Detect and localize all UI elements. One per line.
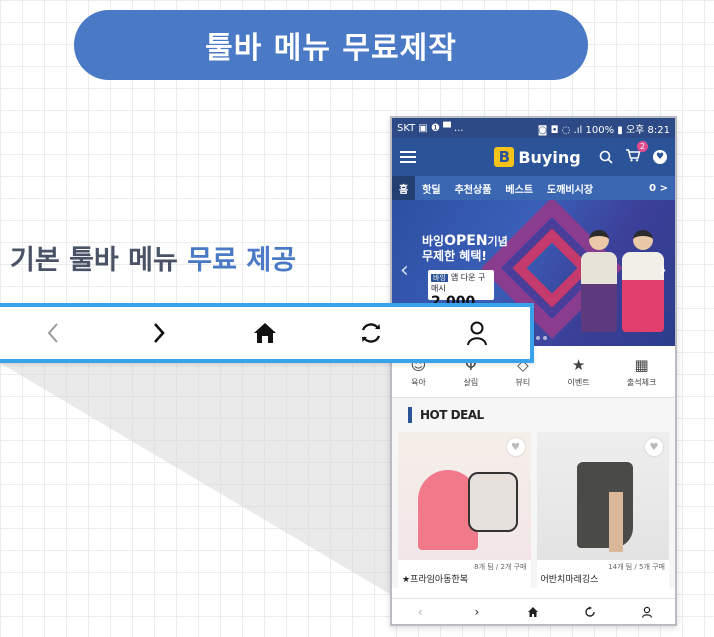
chevron-left-icon[interactable]: ‹	[411, 603, 429, 621]
calendar-icon: ▦	[634, 355, 649, 374]
home-icon[interactable]	[250, 318, 280, 348]
product-name: 어반치마레깅스	[540, 575, 599, 585]
magnified-toolbar	[0, 303, 534, 363]
star-icon: ★	[571, 355, 586, 374]
phone-mockup: SKT ▣ ❶ ▀ ... ◙ ◘ ◌ .ıl 100% ▮ 오후 8:21 B…	[390, 116, 677, 626]
subtitle-lead: 기본 툴바 메뉴	[10, 245, 188, 276]
hamburger-menu-icon[interactable]	[400, 151, 416, 163]
hotdeal-title: HOT DEAL	[420, 408, 484, 422]
status-left: SKT ▣ ❶ ▀ ...	[397, 122, 464, 134]
nav-tabs: 홈 핫딜 추천상품 베스트 도깨비시장 0 >	[392, 176, 675, 200]
banner-title: 바잉OPEN기념 무제한 혜택!	[422, 234, 508, 264]
category-label: 출석체크	[626, 377, 657, 387]
banner-model-image	[578, 230, 620, 338]
banner-line2: 무제한 혜택!	[422, 249, 487, 263]
favorite-heart-icon[interactable]: ♥	[645, 438, 663, 456]
wishlist-heart-icon[interactable]: ♥	[653, 150, 667, 164]
product-image: ♥	[536, 432, 669, 560]
product-image: ♥	[398, 432, 531, 560]
hotdeal-header: HOT DEAL	[392, 398, 675, 432]
chevron-right-icon[interactable]: ›	[468, 603, 486, 621]
subtitle: 기본 툴바 메뉴 무료 제공	[10, 238, 296, 277]
status-bar: SKT ▣ ❶ ▀ ... ◙ ◘ ◌ .ıl 100% ▮ 오후 8:21	[392, 118, 675, 138]
tab-more[interactable]: 0 >	[642, 176, 675, 200]
chevron-right-icon[interactable]	[144, 318, 174, 348]
product-card[interactable]: ♥ 14개 팀 / 5개 구매 어반치마레깅스	[536, 432, 669, 588]
subtitle-accent: 무료 제공	[187, 245, 297, 276]
chevron-left-icon[interactable]	[38, 318, 68, 348]
search-icon[interactable]	[599, 150, 613, 164]
product-card[interactable]: ♥ 8개 팀 / 2개 구매 ★프라임아동한복	[398, 432, 531, 588]
person-icon[interactable]	[462, 318, 492, 348]
refresh-icon[interactable]	[356, 318, 386, 348]
banner-line1-c: 기념	[487, 235, 508, 248]
tab-hotdeal[interactable]: 핫딜	[415, 176, 447, 200]
banner-prev-arrow-icon[interactable]: ‹	[400, 258, 409, 283]
banner-line1-b: OPEN	[444, 233, 488, 249]
tab-market[interactable]: 도깨비시장	[540, 176, 600, 200]
banner-model-image	[622, 230, 664, 338]
product-name: ★프라임아동한복	[402, 575, 469, 585]
banner-line1-a: 바잉	[422, 234, 445, 248]
section-bar	[408, 407, 412, 423]
category-label: 이벤트	[567, 377, 590, 387]
tab-best[interactable]: 베스트	[498, 176, 540, 200]
category-label: 육아	[411, 377, 426, 387]
tab-recommended[interactable]: 추천상품	[448, 176, 499, 200]
banner-next-arrow-icon[interactable]: ›	[658, 258, 667, 283]
category-attendance[interactable]: ▦ 출석체크	[627, 356, 656, 388]
brand-logo[interactable]: B Buying	[494, 147, 581, 167]
banner-card-tag: 바잉	[431, 274, 448, 282]
brand-mark-icon: B	[494, 147, 515, 167]
phone-toolbar: ‹ ›	[392, 598, 675, 624]
cart-count-badge: 2	[637, 141, 648, 152]
header-title-pill: 툴바 메뉴 무료제작	[74, 10, 588, 80]
status-right: ◙ ◘ ◌ .ıl 100% ▮ 오후 8:21	[537, 124, 670, 136]
product-meta: 8개 팀 / 2개 구매	[474, 563, 527, 571]
banner-price-card: 바잉 앱 다운 구매시 2,000	[428, 270, 494, 310]
person-icon[interactable]	[638, 603, 656, 621]
product-meta: 14개 팀 / 5개 구매	[608, 563, 665, 571]
header-title: 툴바 메뉴 무료제작	[205, 31, 457, 66]
category-event[interactable]: ★ 이벤트	[568, 356, 590, 388]
tab-home[interactable]: 홈	[392, 176, 416, 200]
cart-button[interactable]: 2	[625, 141, 648, 166]
refresh-icon[interactable]	[581, 603, 599, 621]
brand-name: Buying	[518, 147, 581, 167]
favorite-heart-icon[interactable]: ♥	[506, 438, 525, 456]
home-icon[interactable]	[524, 603, 542, 621]
category-label: 살림	[463, 377, 479, 387]
product-grid: ♥ 8개 팀 / 2개 구매 ★프라임아동한복 ♥ 14개 팀 / 5개 구매 …	[392, 432, 675, 588]
app-bar: B Buying 2 ♥	[392, 138, 675, 176]
category-label: 뷰티	[515, 377, 531, 387]
